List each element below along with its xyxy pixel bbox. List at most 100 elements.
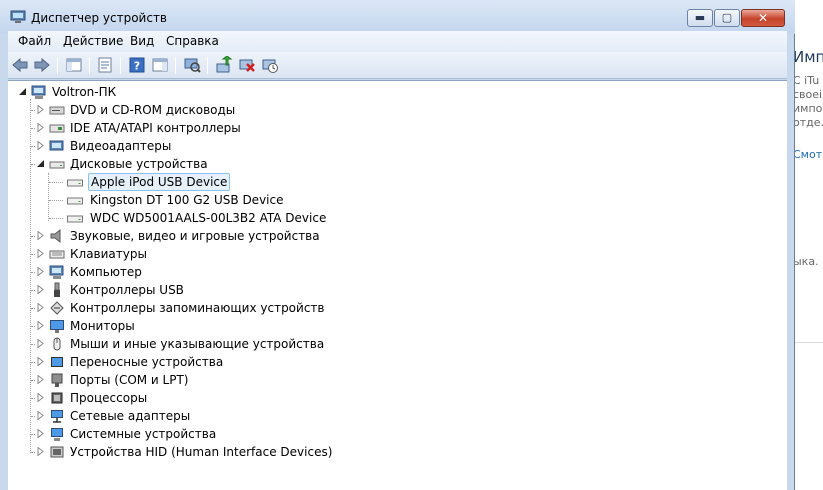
expand-arrow-icon[interactable] (36, 105, 45, 114)
tree-category[interactable]: Сетевые адаптеры (8, 407, 328, 425)
tree-category[interactable]: Компьютер (8, 263, 328, 281)
action-pane-icon[interactable] (151, 56, 169, 74)
port-icon (51, 373, 63, 387)
toolbar-separator (120, 57, 121, 74)
expand-arrow-icon[interactable] (36, 267, 45, 276)
tree-category-label: Устройства HID (Human Interface Devices) (70, 445, 333, 459)
tree-category-label: IDE ATA/ATAPI контроллеры (70, 121, 241, 135)
tree-category[interactable]: Порты (COM и LPT) (8, 371, 328, 389)
expand-arrow-icon[interactable] (36, 357, 45, 366)
portable-device-icon (51, 357, 63, 367)
tree-category[interactable]: Устройства HID (Human Interface Devices) (8, 443, 332, 461)
tree-category-label: DVD и CD-ROM дисководы (70, 103, 236, 117)
toolbar: ? (8, 52, 787, 79)
usb-icon (54, 282, 60, 297)
computer-icon (31, 85, 46, 99)
expand-arrow-icon[interactable] (36, 249, 45, 258)
collapse-arrow-icon[interactable] (18, 87, 27, 96)
collapse-arrow-icon[interactable] (36, 159, 45, 168)
menu-view[interactable]: Вид (130, 34, 154, 48)
expand-arrow-icon[interactable] (36, 375, 45, 384)
tree-device-label: Kingston DT 100 G2 USB Device (90, 193, 284, 207)
tree-device[interactable]: Kingston DT 100 G2 USB Device (8, 191, 328, 209)
tree-category-label: Видеоадаптеры (70, 139, 172, 153)
disable-device-icon[interactable] (261, 56, 279, 74)
expand-arrow-icon[interactable] (36, 321, 45, 330)
menu-action[interactable]: Действие (63, 34, 123, 48)
monitor-icon (50, 320, 64, 333)
device-manager-app-icon (10, 10, 26, 23)
expand-arrow-icon[interactable] (36, 231, 45, 240)
hid-icon (50, 446, 64, 458)
help-icon[interactable]: ? (128, 56, 146, 74)
tree-category-label: Сетевые адаптеры (70, 409, 191, 423)
maximize-button[interactable]: ▢ (714, 9, 740, 27)
expand-arrow-icon[interactable] (36, 303, 45, 312)
device-manager-window: Диспетчер устройств ▬ ▢ ✕ Файл Действие … (0, 0, 795, 490)
tree-category[interactable]: Контроллеры запоминающих устройств (8, 299, 328, 317)
forward-icon[interactable] (33, 56, 51, 74)
tree-category[interactable]: Процессоры (8, 389, 328, 407)
expand-arrow-icon[interactable] (36, 339, 45, 348)
tree-category-label: Процессоры (70, 391, 148, 405)
expand-arrow-icon[interactable] (36, 447, 45, 456)
tree-category[interactable]: IDE ATA/ATAPI контроллеры (8, 119, 328, 137)
expand-arrow-icon[interactable] (36, 393, 45, 402)
tree-line (49, 218, 63, 219)
tree-category-label: Компьютер (70, 265, 142, 279)
tree-category[interactable]: Дисковые устройства (8, 155, 328, 173)
disk-drive-icon (67, 179, 83, 187)
tree-device[interactable]: WDC WD5001AALS-00L3B2 ATA Device (8, 209, 328, 227)
bg-link[interactable]: Смот (793, 148, 822, 161)
system-device-icon (51, 428, 63, 441)
toolbar-separator (175, 57, 176, 74)
tree-category-label: Системные устройства (70, 427, 217, 441)
title-bar[interactable]: Диспетчер устройств ▬ ▢ ✕ (0, 0, 795, 34)
window-title: Диспетчер устройств (31, 11, 168, 25)
minimize-button[interactable]: ▬ (687, 9, 713, 27)
expand-arrow-icon[interactable] (36, 141, 45, 150)
tree-line (49, 200, 63, 201)
show-hide-tree-icon[interactable] (65, 56, 83, 74)
back-icon[interactable] (11, 56, 29, 74)
bg-text-2: ыка. (793, 255, 819, 268)
tree-device-label: WDC WD5001AALS-00L3B2 ATA Device (90, 211, 327, 225)
scan-hardware-icon[interactable] (183, 56, 201, 74)
display-adapter-icon (49, 140, 64, 151)
tree-category[interactable]: Контроллеры USB (8, 281, 328, 299)
tree-category[interactable]: DVD и CD-ROM дисководы (8, 101, 328, 119)
close-button[interactable]: ✕ (741, 9, 785, 27)
tree-category-label: Контроллеры USB (70, 283, 184, 297)
properties-icon[interactable] (96, 56, 114, 74)
expand-arrow-icon[interactable] (36, 429, 45, 438)
disk-drive-icon (49, 161, 65, 169)
disk-drive-icon (67, 215, 83, 223)
tree-root[interactable]: Voltron-ПК (8, 83, 308, 101)
keyboard-icon (49, 250, 65, 259)
tree-category[interactable]: Мыши и иные указывающие устройства (8, 335, 328, 353)
tree-device[interactable]: Apple iPod USB Device (8, 173, 328, 191)
tree-category[interactable]: Клавиатуры (8, 245, 328, 263)
tree-category[interactable]: Системные устройства (8, 425, 328, 443)
storage-controller-icon (50, 301, 64, 315)
tree-category[interactable]: Звуковые, видео и игровые устройства (8, 227, 328, 245)
dvd-drive-icon (49, 106, 65, 115)
tree-category[interactable]: Мониторы (8, 317, 328, 335)
tree-category[interactable]: Переносные устройства (8, 353, 328, 371)
device-tree[interactable]: Voltron-ПК DVD и CD-ROM дисководы IDE ATA… (8, 80, 787, 490)
expand-arrow-icon[interactable] (36, 285, 45, 294)
menu-help[interactable]: Справка (166, 34, 219, 48)
tree-category-label: Мыши и иные указывающие устройства (70, 337, 325, 351)
menu-file[interactable]: Файл (18, 34, 51, 48)
expand-arrow-icon[interactable] (36, 123, 45, 132)
uninstall-icon[interactable] (238, 56, 256, 74)
processor-icon (51, 392, 63, 404)
computer-icon (49, 265, 64, 279)
toolbar-separator (57, 57, 58, 74)
tree-category[interactable]: Видеоадаптеры (8, 137, 328, 155)
update-driver-icon[interactable] (215, 56, 233, 74)
expand-arrow-icon[interactable] (36, 411, 45, 420)
bg-heading: Имп (793, 48, 823, 66)
mouse-icon (53, 337, 61, 351)
tree-category-label: Переносные устройства (70, 355, 224, 369)
